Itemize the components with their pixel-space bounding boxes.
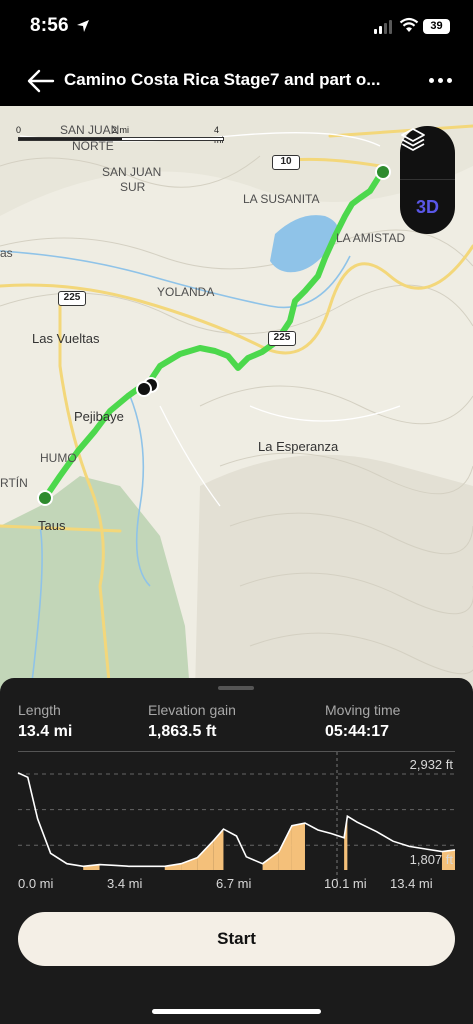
- scale-zero: 0: [16, 125, 22, 135]
- status-bar: 8:56 39: [0, 0, 473, 58]
- x-axis-label-2: 6.7 mi: [216, 876, 252, 891]
- wifi-icon: [399, 17, 419, 32]
- label-norte: NORTE: [72, 139, 114, 153]
- status-time: 8:56: [30, 15, 69, 36]
- label-san-juan-norte: SAN JUAN: [60, 123, 120, 137]
- label-pejibaye: Pejibaye: [74, 409, 124, 424]
- uphill-segment-12: [181, 857, 198, 870]
- y-axis-min-label: 1,807 ft: [409, 852, 453, 867]
- cellular-signal-icon: [374, 20, 392, 34]
- sheet-drag-handle[interactable]: [218, 686, 254, 690]
- stat-length-label: Length: [18, 702, 61, 718]
- label-as: as: [0, 246, 13, 260]
- layers-button[interactable]: [400, 126, 455, 180]
- stat-length: Length 13.4 mi: [18, 702, 72, 741]
- back-arrow-icon[interactable]: [26, 68, 56, 94]
- battery-indicator: 39: [423, 19, 450, 34]
- stat-length-value: 13.4 mi: [18, 723, 73, 740]
- label-yolanda: YOLANDA: [157, 285, 215, 299]
- stat-moving-label: Moving time: [325, 702, 401, 718]
- route-map[interactable]: 0 2 mi 4 mi SAN JUAN NORTE SAN JUAN SUR …: [0, 106, 473, 692]
- x-axis-label-4: 13.4 mi: [390, 876, 433, 891]
- uphill-segment-20: [291, 823, 305, 870]
- x-axis-label-3: 10.1 mi: [324, 876, 367, 891]
- label-la-amistad: LA AMISTAD: [336, 231, 406, 245]
- elevation-profile-chart[interactable]: 2,932 ft 1,807 ft: [0, 752, 473, 882]
- x-axis-label-0: 0.0 mi: [18, 876, 54, 891]
- route-details-sheet: Length 13.4 mi Elevation gain 1,863.5 ft…: [0, 678, 473, 1024]
- scale-end: 4 mi: [214, 125, 224, 145]
- 3d-toggle-button[interactable]: 3D: [400, 180, 455, 234]
- top-bar: Camino Costa Rica Stage7 and part o...: [0, 58, 473, 106]
- more-options-icon[interactable]: [424, 70, 456, 90]
- elevation-line: [17, 772, 456, 868]
- map-controls: 3D: [400, 126, 455, 234]
- stat-moving-time: Moving time 05:44:17: [325, 702, 400, 741]
- label-sur: SUR: [120, 180, 146, 194]
- road-shield-10: 10: [272, 155, 300, 170]
- stat-elevation-value: 1,863.5 ft: [148, 723, 217, 740]
- stat-elevation-gain: Elevation gain 1,863.5 ft: [148, 702, 236, 741]
- home-indicator: [152, 1009, 321, 1014]
- label-la-esperanza: La Esperanza: [258, 439, 339, 454]
- elevation-chart-canvas: [17, 752, 456, 882]
- x-axis-label-1: 3.4 mi: [107, 876, 143, 891]
- location-arrow-icon: [77, 20, 89, 32]
- start-button[interactable]: Start: [18, 912, 455, 966]
- label-taus: Taus: [38, 518, 66, 533]
- route-title: Camino Costa Rica Stage7 and part o...: [64, 70, 381, 89]
- label-humo: HUMO: [40, 451, 77, 465]
- stat-elevation-label: Elevation gain: [148, 702, 236, 718]
- y-axis-max-label: 2,932 ft: [409, 757, 453, 772]
- label-martin: RTÍN: [0, 476, 28, 490]
- label-la-susanita: LA SUSANITA: [243, 192, 320, 206]
- label-san-juan-sur: SAN JUAN: [102, 165, 162, 179]
- label-las-vueltas: Las Vueltas: [32, 331, 100, 346]
- layers-icon: [401, 128, 425, 151]
- stat-moving-value: 05:44:17: [325, 723, 390, 740]
- road-shield-225-west: 225: [58, 291, 86, 306]
- road-shield-225-east: 225: [268, 331, 296, 346]
